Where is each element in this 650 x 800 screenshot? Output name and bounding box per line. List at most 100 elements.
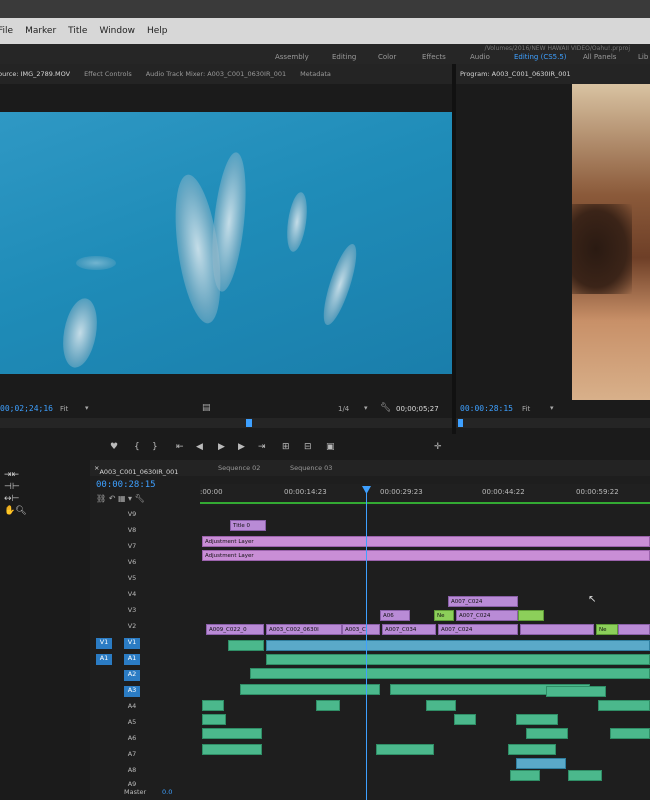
tab-sequence-02[interactable]: Sequence 02 bbox=[218, 464, 260, 472]
chevron-down-icon[interactable]: ▾ bbox=[364, 404, 368, 412]
program-scrub-bar[interactable] bbox=[456, 418, 650, 428]
audio-clip[interactable] bbox=[568, 770, 602, 781]
marker-icon[interactable]: ♥ bbox=[110, 442, 118, 452]
track-header-a3[interactable]: A3 bbox=[90, 684, 200, 698]
step-forward-icon[interactable]: ▶ bbox=[238, 442, 245, 452]
tab-sequence-03[interactable]: Sequence 03 bbox=[290, 464, 332, 472]
tab-program[interactable]: Program: A003_C001_0630IR_001 bbox=[460, 70, 571, 78]
track-label[interactable]: A1 bbox=[124, 654, 140, 665]
track-header-v8[interactable]: V8 bbox=[90, 524, 200, 538]
workspace-audio[interactable]: Audio bbox=[470, 53, 490, 61]
export-frame-icon[interactable]: ▣ bbox=[326, 442, 335, 452]
timeline-timecode[interactable]: 00:00:28:15 bbox=[96, 480, 156, 490]
tab-audio-track-mixer[interactable]: Audio Track Mixer: A003_C001_0630IR_001 bbox=[146, 70, 286, 78]
track-header-a8[interactable]: A8 bbox=[90, 764, 200, 778]
panel-divider[interactable] bbox=[452, 64, 456, 434]
selection-tool-icon[interactable]: ⇥⇤ bbox=[4, 470, 34, 482]
tab-metadata[interactable]: Metadata bbox=[300, 70, 331, 78]
track-label[interactable]: A2 bbox=[124, 670, 140, 681]
play-icon[interactable]: ▶ bbox=[218, 442, 225, 452]
menu-marker[interactable]: Marker bbox=[25, 26, 56, 36]
workspace-all-panels[interactable]: All Panels bbox=[583, 53, 616, 61]
chevron-down-icon[interactable]: ▾ bbox=[85, 404, 89, 412]
audio-clip[interactable] bbox=[376, 744, 434, 755]
clip-v1[interactable]: A007_C024 bbox=[438, 624, 518, 635]
clip-v1[interactable] bbox=[618, 624, 650, 635]
track-header-v7[interactable]: V7 bbox=[90, 540, 200, 554]
source-scrub-handle[interactable] bbox=[246, 419, 252, 427]
audio-clip[interactable] bbox=[316, 700, 340, 711]
go-to-in-icon[interactable]: ⇤ bbox=[176, 442, 184, 452]
hand-tool-icon[interactable]: ✋🔍︎ bbox=[4, 506, 34, 518]
track-header-v6[interactable]: V6 bbox=[90, 556, 200, 570]
program-scrub-handle[interactable] bbox=[458, 419, 463, 427]
audio-clip[interactable] bbox=[228, 640, 264, 651]
audio-clip[interactable] bbox=[202, 700, 224, 711]
insert-icon[interactable]: ⊞ bbox=[282, 442, 290, 452]
track-header-v2[interactable]: V2 bbox=[90, 620, 200, 634]
audio-clip[interactable] bbox=[202, 728, 262, 739]
source-timecode[interactable]: 00;02;24;16 bbox=[0, 404, 53, 413]
workspace-color[interactable]: Color bbox=[378, 53, 396, 61]
clip-adjustment-layer[interactable]: Adjustment Layer bbox=[202, 536, 650, 547]
audio-clip[interactable] bbox=[526, 728, 568, 739]
audio-clip[interactable] bbox=[240, 684, 380, 695]
audio-clip[interactable] bbox=[516, 714, 558, 725]
audio-clip[interactable] bbox=[516, 758, 566, 769]
clip-v1[interactable]: A009_C022_0 bbox=[206, 624, 264, 635]
audio-clip[interactable] bbox=[250, 668, 650, 679]
add-button-icon[interactable]: ✛ bbox=[434, 442, 442, 452]
menu-window[interactable]: Window bbox=[99, 26, 135, 36]
menu-file[interactable]: File bbox=[0, 26, 13, 36]
source-scrub-bar[interactable] bbox=[0, 418, 452, 428]
mark-out-icon[interactable]: } bbox=[152, 442, 158, 452]
overwrite-icon[interactable]: ⊟ bbox=[304, 442, 312, 452]
track-header-a4[interactable]: A4 bbox=[90, 700, 200, 714]
workspace-assembly[interactable]: Assembly bbox=[275, 53, 309, 61]
clip-v2[interactable]: A06 bbox=[380, 610, 410, 621]
source-ratio-select[interactable]: 1/4 bbox=[338, 405, 349, 413]
program-fit-select[interactable]: Fit bbox=[522, 405, 530, 413]
source-fit-select[interactable]: Fit bbox=[60, 405, 68, 413]
source-patch-v1[interactable]: V1 bbox=[96, 638, 112, 649]
tab-effect-controls[interactable]: Effect Controls bbox=[84, 70, 132, 78]
source-patch-a1[interactable]: A1 bbox=[96, 654, 112, 665]
track-header-v5[interactable]: V5 bbox=[90, 572, 200, 586]
clip-v1[interactable]: Ne bbox=[596, 624, 618, 635]
clip-v3[interactable]: A007_C024 bbox=[448, 596, 518, 607]
audio-clip[interactable] bbox=[510, 770, 540, 781]
settings-icon[interactable]: ▤ bbox=[202, 403, 211, 413]
timeline-panel[interactable]: × A003_C001_0630IR_001 Sequence 02 Seque… bbox=[90, 460, 650, 800]
clip-v1[interactable] bbox=[520, 624, 594, 635]
clip-v1[interactable]: A003_C002_0630I bbox=[266, 624, 342, 635]
track-label[interactable]: V1 bbox=[124, 638, 140, 649]
clip-v1[interactable]: A003_C bbox=[342, 624, 380, 635]
workspace-editing-cs55[interactable]: Editing (CS5.5) bbox=[514, 53, 567, 61]
source-monitor[interactable] bbox=[0, 112, 452, 374]
audio-clip[interactable] bbox=[454, 714, 476, 725]
audio-clip[interactable] bbox=[202, 714, 226, 725]
track-header-v3[interactable]: V3 bbox=[90, 604, 200, 618]
timeline-tool-icons[interactable]: ⛓ ↶ ▦ ▾ 🔧︎ bbox=[96, 494, 145, 503]
menu-title[interactable]: Title bbox=[68, 26, 87, 36]
clip-v2[interactable] bbox=[518, 610, 544, 621]
tab-source[interactable]: Source: IMG_2789.MOV bbox=[0, 70, 70, 78]
program-timecode[interactable]: 00:00:28:15 bbox=[460, 404, 513, 413]
audio-clip[interactable] bbox=[508, 744, 556, 755]
program-monitor[interactable] bbox=[572, 84, 650, 400]
menu-help[interactable]: Help bbox=[147, 26, 168, 36]
work-area-bar[interactable] bbox=[200, 502, 650, 504]
workspace-libraries[interactable]: Lib bbox=[638, 53, 648, 61]
audio-clip[interactable] bbox=[266, 640, 650, 651]
workspace-editing[interactable]: Editing bbox=[332, 53, 356, 61]
audio-clip[interactable] bbox=[546, 686, 606, 697]
master-track-header[interactable]: Master 0.0 bbox=[90, 782, 200, 796]
track-header-v9[interactable]: V9 bbox=[90, 508, 200, 522]
track-header-a5[interactable]: A5 bbox=[90, 716, 200, 730]
go-to-out-icon[interactable]: ⇥ bbox=[258, 442, 266, 452]
workspace-effects[interactable]: Effects bbox=[422, 53, 446, 61]
ripple-edit-icon[interactable]: ⊣⊢ bbox=[4, 482, 34, 494]
track-header-v4[interactable]: V4 bbox=[90, 588, 200, 602]
audio-clip[interactable] bbox=[202, 744, 262, 755]
track-label[interactable]: A3 bbox=[124, 686, 140, 697]
